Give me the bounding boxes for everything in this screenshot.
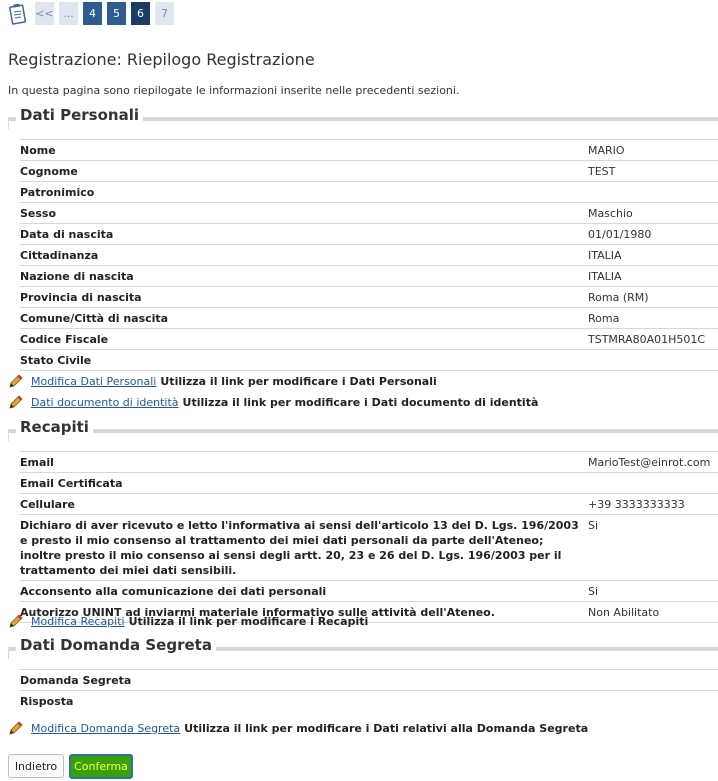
row-label: Cognome xyxy=(20,165,78,178)
table-row: Sesso Maschio xyxy=(20,203,718,224)
table-row: Provincia di nascita Roma (RM) xyxy=(20,287,718,308)
page-intro: In questa pagina sono riepilogate le inf… xyxy=(8,84,460,97)
table-row: Stato Civile xyxy=(20,350,718,371)
row-label: Cittadinanza xyxy=(20,249,99,262)
table-row: Nazione di nascita ITALIA xyxy=(20,266,718,287)
row-label: Patronimico xyxy=(20,186,95,199)
section-dati-personali: Dati Personali Nome MARIO Cognome TEST Pat… xyxy=(8,106,718,371)
section-legend: Dati Personali xyxy=(16,106,143,124)
modifica-recapiti-link[interactable]: Modifica Recapiti xyxy=(31,615,125,628)
row-value: MarioTest@einrot.com xyxy=(588,456,711,469)
table-row: Dichiaro di aver ricevuto e letto l'info… xyxy=(20,515,718,581)
action-modifica-personali: Modifica Dati Personali Utilizza il link… xyxy=(8,373,437,389)
pencil-icon xyxy=(9,614,23,628)
pager-ellipsis[interactable]: ... xyxy=(59,2,78,25)
table-row: Data di nascita 01/01/1980 xyxy=(20,224,718,245)
row-label: Acconsento alla comunicazione dei dati p… xyxy=(20,585,327,598)
confirm-button[interactable]: Conferma xyxy=(69,754,133,779)
row-value: TSTMRA80A01H501C xyxy=(588,333,706,346)
domanda-table: Domanda Segreta Risposta xyxy=(20,669,718,711)
modifica-domanda-link[interactable]: Modifica Domanda Segreta xyxy=(31,722,180,735)
pager-page-7[interactable]: 7 xyxy=(155,2,174,25)
row-value: ITALIA xyxy=(588,249,622,262)
action-description: Utilizza il link per modificare i Recapi… xyxy=(128,614,369,628)
table-row: Patronimico xyxy=(20,182,718,203)
row-label: Sesso xyxy=(20,207,57,220)
table-row: Cognome TEST xyxy=(20,161,718,182)
row-label: Provincia di nascita xyxy=(20,291,142,304)
row-label: Cellulare xyxy=(20,498,75,511)
section-legend: Dati Domanda Segreta xyxy=(16,636,216,654)
row-value: ITALIA xyxy=(588,270,622,283)
row-label: Risposta xyxy=(20,695,74,708)
row-value: Roma (RM) xyxy=(588,291,649,304)
section-legend: Recapiti xyxy=(16,418,93,436)
row-label: Domanda Segreta xyxy=(20,674,132,687)
table-row: Comune/Città di nascita Roma xyxy=(20,308,718,329)
table-row: Acconsento alla comunicazione dei dati p… xyxy=(20,581,718,602)
action-modifica-recapiti: Modifica Recapiti Utilizza il link per m… xyxy=(8,613,368,629)
row-value xyxy=(588,350,718,355)
row-value xyxy=(588,691,718,696)
row-value: Si xyxy=(588,519,599,532)
section-recapiti: Recapiti Email MarioTest@einrot.com Email… xyxy=(8,418,718,623)
pager-page-5[interactable]: 5 xyxy=(107,2,126,25)
table-row: Cellulare +39 3333333333 xyxy=(20,494,718,515)
row-label: Codice Fiscale xyxy=(20,333,109,346)
pager: << ... 4 5 6 7 xyxy=(8,2,179,25)
table-row: Domanda Segreta xyxy=(20,670,718,691)
pager-first[interactable]: << xyxy=(35,2,54,25)
action-documento-identita: Dati documento di identità Utilizza il l… xyxy=(8,394,538,410)
row-value: Non Abilitato xyxy=(588,606,660,619)
row-label: Nome xyxy=(20,144,56,157)
row-value: MARIO xyxy=(588,144,625,157)
documento-identita-link[interactable]: Dati documento di identità xyxy=(31,396,179,409)
row-value: 01/01/1980 xyxy=(588,228,652,241)
row-value xyxy=(588,182,718,187)
pencil-icon xyxy=(9,721,23,735)
pencil-icon xyxy=(9,395,23,409)
table-row: Nome MARIO xyxy=(20,140,718,161)
clipboard-icon[interactable] xyxy=(8,3,28,25)
action-description: Utilizza il link per modificare i Dati d… xyxy=(182,395,539,409)
table-row: Email Certificata xyxy=(20,473,718,494)
pencil-icon xyxy=(9,374,23,388)
row-label: Email Certificata xyxy=(20,477,123,490)
table-row: Email MarioTest@einrot.com xyxy=(20,452,718,473)
row-label: Email xyxy=(20,456,54,469)
row-value xyxy=(588,670,718,675)
page-title: Registrazione: Riepilogo Registrazione xyxy=(8,50,315,69)
row-value: Roma xyxy=(588,312,620,325)
pager-page-4[interactable]: 4 xyxy=(83,2,102,25)
row-value xyxy=(588,473,718,478)
row-label: Data di nascita xyxy=(20,228,114,241)
section-domanda-segreta: Dati Domanda Segreta Domanda Segreta Ris… xyxy=(8,636,718,712)
row-value: Si xyxy=(588,585,599,598)
row-label: Stato Civile xyxy=(20,354,92,367)
back-button[interactable]: Indietro xyxy=(8,754,64,778)
personali-table: Nome MARIO Cognome TEST Patronimico Sesso M… xyxy=(20,139,718,371)
row-label: Dichiaro di aver ricevuto e letto l'info… xyxy=(20,519,579,577)
row-label: Comune/Città di nascita xyxy=(20,312,169,325)
action-description: Utilizza il link per modificare i Dati r… xyxy=(184,721,589,735)
recapiti-table: Email MarioTest@einrot.com Email Certific… xyxy=(20,451,718,623)
action-modifica-domanda: Modifica Domanda Segreta Utilizza il lin… xyxy=(8,720,588,736)
row-value: TEST xyxy=(588,165,616,178)
row-value: +39 3333333333 xyxy=(588,498,685,511)
table-row: Cittadinanza ITALIA xyxy=(20,245,718,266)
table-row: Codice Fiscale TSTMRA80A01H501C xyxy=(20,329,718,350)
table-row: Risposta xyxy=(20,691,718,711)
pager-page-6-current[interactable]: 6 xyxy=(131,2,150,25)
row-value: Maschio xyxy=(588,207,633,220)
modifica-personali-link[interactable]: Modifica Dati Personali xyxy=(31,375,156,388)
row-label: Nazione di nascita xyxy=(20,270,134,283)
action-description: Utilizza il link per modificare i Dati P… xyxy=(160,374,437,388)
